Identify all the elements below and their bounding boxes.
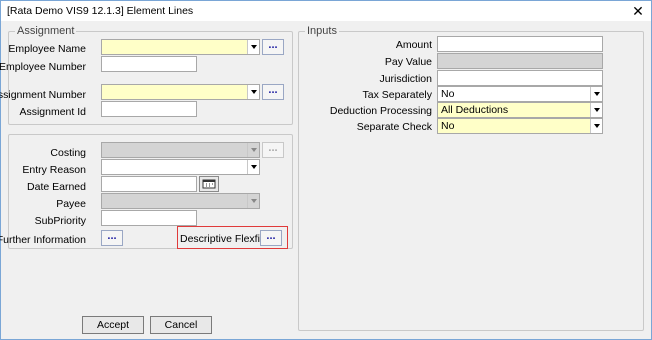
- tax-separately-dropdown-arrow[interactable]: [590, 87, 602, 101]
- costing-dropdown-arrow[interactable]: [247, 143, 259, 157]
- employee-name-combo[interactable]: [101, 39, 260, 55]
- deduction-processing-value: All Deductions: [441, 104, 509, 116]
- separate-check-value: No: [441, 120, 455, 132]
- inputs-legend: Inputs: [305, 25, 339, 37]
- assignment-number-combo[interactable]: [101, 84, 260, 100]
- assignment-number-label: Assignment Number: [0, 89, 86, 101]
- subpriority-field[interactable]: [101, 210, 197, 226]
- amount-field[interactable]: [437, 36, 603, 52]
- employee-name-dropdown-arrow[interactable]: [247, 40, 259, 54]
- pay-value-field: [437, 53, 603, 69]
- date-earned-label: Date Earned: [27, 181, 86, 193]
- chevron-down-icon: [250, 199, 257, 203]
- assignment-number-dropdown-arrow[interactable]: [247, 85, 259, 99]
- assignment-number-lov-button[interactable]: ...: [262, 84, 284, 100]
- deduction-processing-combo[interactable]: All Deductions: [437, 102, 603, 118]
- tax-separately-value: No: [441, 88, 455, 100]
- costing-lov-button[interactable]: ...: [262, 142, 284, 158]
- tax-separately-combo[interactable]: No: [437, 86, 603, 102]
- further-information-label: Further Information: [0, 234, 86, 246]
- costing-combo[interactable]: [101, 142, 260, 158]
- deduction-processing-label: Deduction Processing: [329, 105, 432, 117]
- chevron-down-icon: [593, 108, 600, 112]
- assignment-legend: Assignment: [15, 25, 77, 37]
- employee-name-lov-button[interactable]: ...: [262, 39, 284, 55]
- accept-button[interactable]: Accept: [82, 316, 144, 334]
- chevron-down-icon: [593, 124, 600, 128]
- employee-name-label: Employee Name: [8, 43, 86, 55]
- costing-label: Costing: [50, 147, 86, 159]
- date-earned-field[interactable]: [101, 176, 197, 192]
- calendar-icon: [202, 179, 216, 189]
- cancel-button[interactable]: Cancel: [150, 316, 212, 334]
- date-earned-calendar-button[interactable]: [199, 176, 219, 192]
- element-lines-window: [Rata Demo VIS9 12.1.3] Element Lines ✕ …: [0, 0, 652, 340]
- chevron-down-icon: [593, 92, 600, 96]
- pay-value-label: Pay Value: [384, 56, 432, 68]
- employee-number-label: Employee Number: [0, 61, 86, 73]
- title-bar: [Rata Demo VIS9 12.1.3] Element Lines ✕: [1, 1, 651, 21]
- jurisdiction-label: Jurisdiction: [379, 73, 432, 85]
- payee-label: Payee: [56, 198, 86, 210]
- entry-reason-label: Entry Reason: [22, 164, 86, 176]
- descriptive-flexfield-button[interactable]: ...: [260, 230, 282, 246]
- payee-combo[interactable]: [101, 193, 260, 209]
- entry-reason-combo[interactable]: [101, 159, 260, 175]
- jurisdiction-field[interactable]: [437, 70, 603, 86]
- chevron-down-icon: [250, 165, 257, 169]
- separate-check-combo[interactable]: No: [437, 118, 603, 134]
- amount-label: Amount: [395, 39, 432, 51]
- chevron-down-icon: [250, 90, 257, 94]
- assignment-id-label: Assignment Id: [19, 106, 86, 118]
- close-icon[interactable]: ✕: [629, 2, 647, 20]
- chevron-down-icon: [250, 45, 257, 49]
- tax-separately-label: Tax Separately: [362, 89, 432, 101]
- window-title: [Rata Demo VIS9 12.1.3] Element Lines: [7, 5, 194, 17]
- assignment-id-field[interactable]: [101, 101, 197, 117]
- entry-reason-dropdown-arrow[interactable]: [247, 160, 259, 174]
- chevron-down-icon: [250, 148, 257, 152]
- deduction-processing-dropdown-arrow[interactable]: [590, 103, 602, 117]
- separate-check-dropdown-arrow[interactable]: [590, 119, 602, 133]
- employee-number-field[interactable]: [101, 56, 197, 72]
- separate-check-label: Separate Check: [356, 121, 432, 133]
- subpriority-label: SubPriority: [34, 215, 86, 227]
- payee-dropdown-arrow[interactable]: [247, 194, 259, 208]
- further-information-button[interactable]: ...: [101, 230, 123, 246]
